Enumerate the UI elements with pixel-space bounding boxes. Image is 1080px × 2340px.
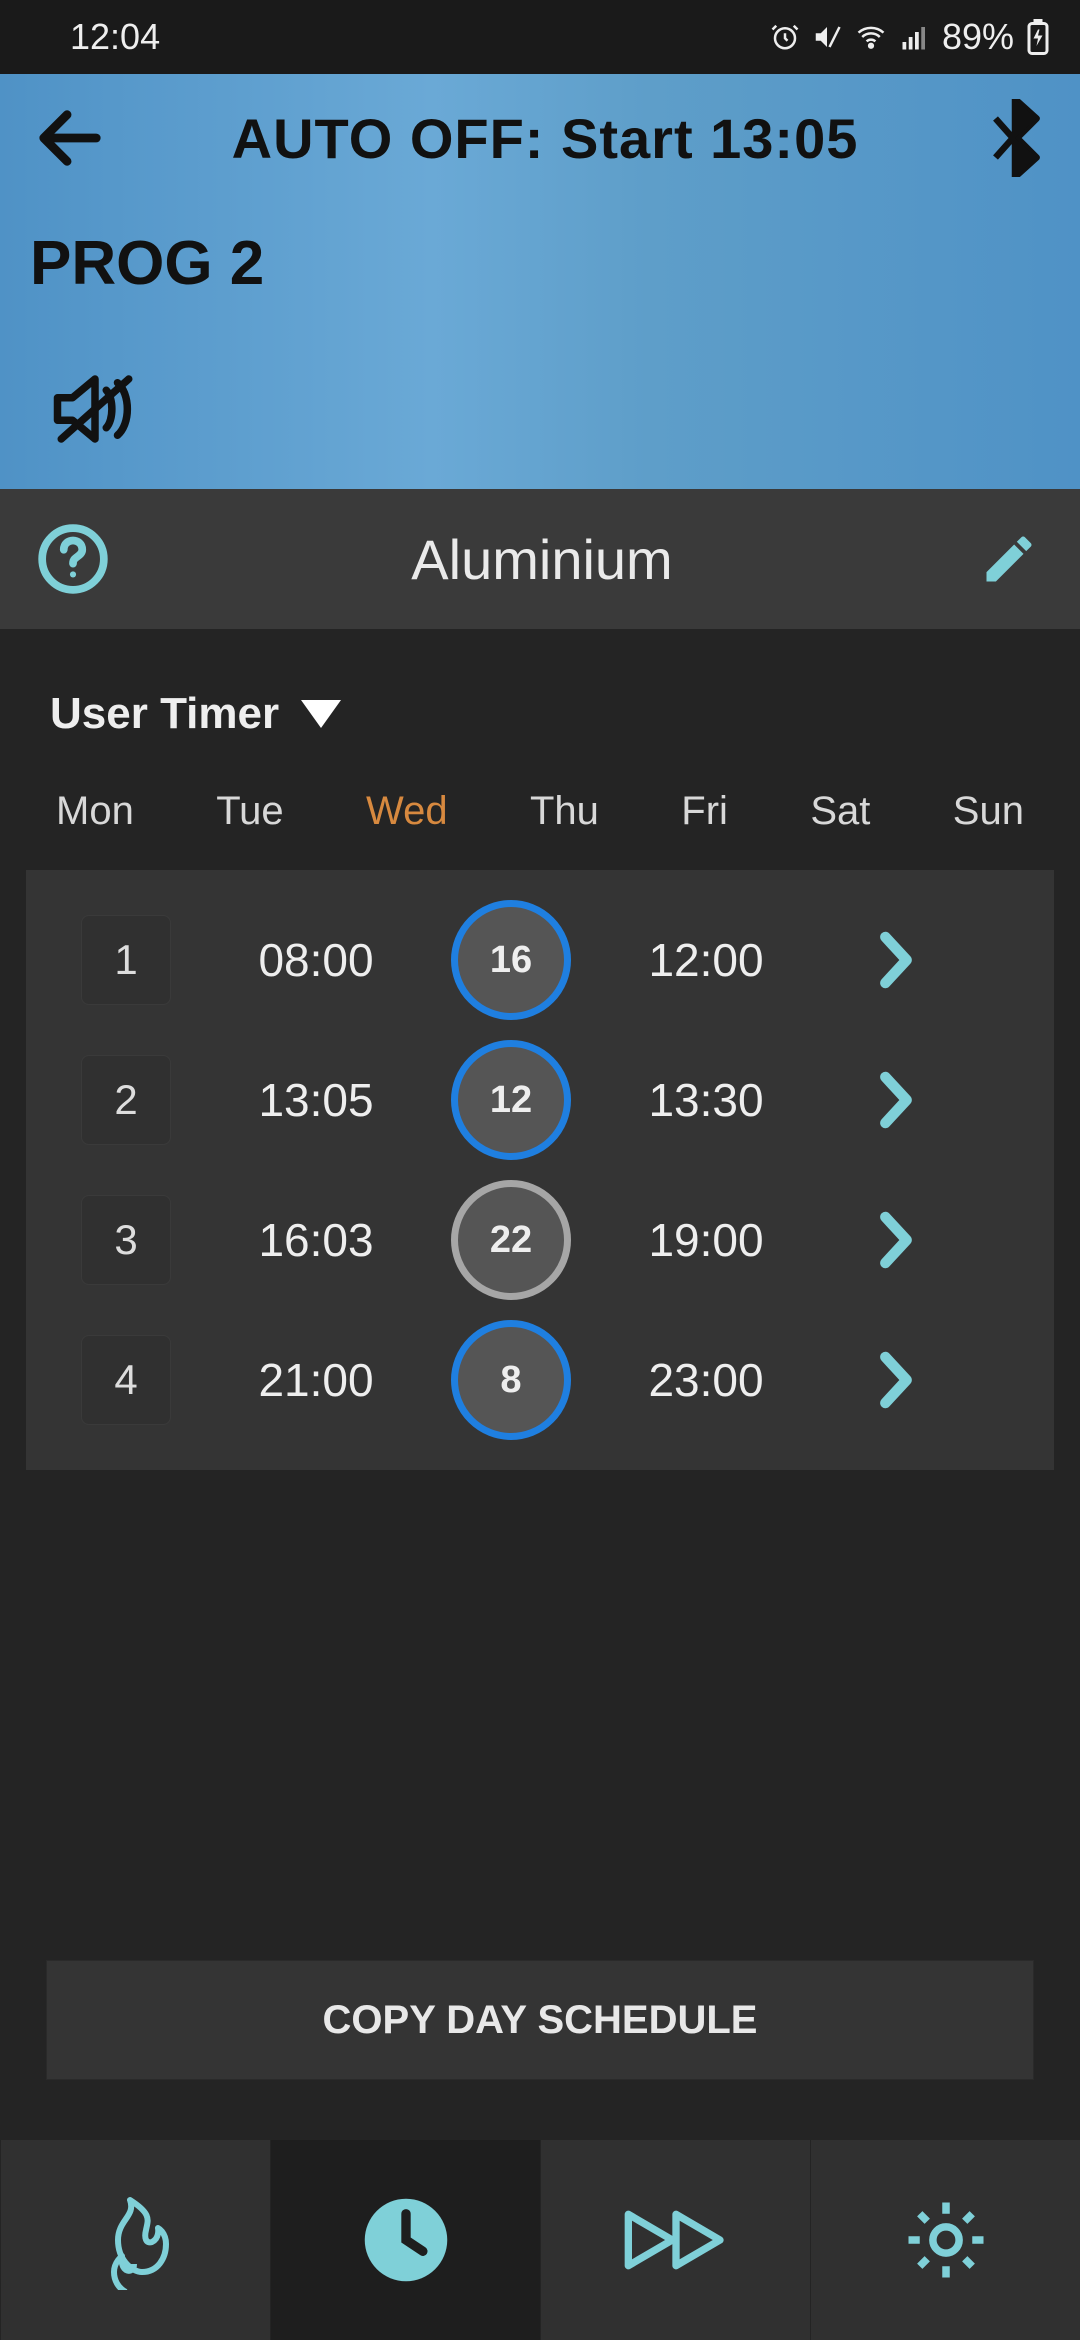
chevron-right-icon[interactable] — [878, 930, 914, 990]
day-tab-sat[interactable]: Sat — [810, 789, 870, 834]
slot-index[interactable]: 1 — [81, 915, 171, 1005]
schedule-row: 2 13:05 12 13:30 — [26, 1030, 1054, 1170]
day-tab-fri[interactable]: Fri — [681, 789, 728, 834]
battery-icon — [1026, 19, 1050, 55]
help-button[interactable] — [36, 522, 110, 596]
end-time[interactable]: 23:00 — [648, 1353, 763, 1407]
section-header: Aluminium — [0, 489, 1080, 629]
chevron-right-icon[interactable] — [878, 1070, 914, 1130]
back-button[interactable] — [30, 98, 110, 178]
copy-day-button[interactable]: COPY DAY SCHEDULE — [46, 1960, 1034, 2080]
mute-icon — [812, 22, 842, 52]
status-bar: 12:04 89% — [0, 0, 1080, 74]
status-time: 12:04 — [70, 16, 160, 58]
day-tab-mon[interactable]: Mon — [56, 789, 134, 834]
section-title: Aluminium — [110, 527, 974, 592]
nav-settings[interactable] — [810, 2140, 1080, 2340]
chevron-right-icon[interactable] — [878, 1350, 914, 1410]
end-time[interactable]: 13:30 — [648, 1073, 763, 1127]
schedule-row: 1 08:00 16 12:00 — [26, 890, 1054, 1030]
nav-clock[interactable] — [270, 2140, 540, 2340]
bottom-nav — [0, 2140, 1080, 2340]
wifi-icon — [854, 22, 888, 52]
end-time[interactable]: 19:00 — [648, 1213, 763, 1267]
status-icons: 89% — [770, 16, 1050, 58]
speaker-mute-icon[interactable] — [50, 369, 140, 459]
chevron-right-icon[interactable] — [878, 1210, 914, 1270]
content-area: User Timer MonTueWedThuFriSatSun 108:001… — [0, 629, 1080, 2140]
battery-percent: 89% — [942, 16, 1014, 58]
temperature-value[interactable]: 8 — [451, 1320, 571, 1440]
start-time[interactable]: 13:05 — [258, 1073, 373, 1127]
slot-index[interactable]: 2 — [81, 1055, 171, 1145]
header-title: AUTO OFF: Start 13:05 — [110, 106, 980, 171]
end-time[interactable]: 12:00 — [648, 933, 763, 987]
temperature-value[interactable]: 12 — [451, 1040, 571, 1160]
alarm-icon — [770, 22, 800, 52]
mode-dropdown[interactable]: User Timer — [0, 629, 1080, 779]
signal-icon — [900, 22, 930, 52]
chevron-down-icon — [301, 700, 341, 728]
dropdown-label: User Timer — [50, 689, 279, 739]
slot-index[interactable]: 3 — [81, 1195, 171, 1285]
bluetooth-icon[interactable] — [980, 103, 1050, 173]
edit-button[interactable] — [974, 524, 1044, 594]
day-tabs: Mon Tue Wed Thu Fri Sat Sun — [0, 779, 1080, 870]
app-header: AUTO OFF: Start 13:05 PROG 2 — [0, 74, 1080, 489]
nav-fast-forward[interactable] — [540, 2140, 810, 2340]
day-tab-thu[interactable]: Thu — [530, 789, 599, 834]
start-time[interactable]: 08:00 — [258, 933, 373, 987]
schedule-row: 3 16:03 22 19:00 — [26, 1170, 1054, 1310]
day-tab-sun[interactable]: Sun — [953, 789, 1024, 834]
slot-index[interactable]: 4 — [81, 1335, 171, 1425]
temperature-value[interactable]: 22 — [451, 1180, 571, 1300]
program-label: PROG 2 — [0, 178, 1080, 299]
nav-flame[interactable] — [0, 2140, 270, 2340]
schedule-row: 4 21:00 8 23:00 — [26, 1310, 1054, 1450]
day-tab-wed[interactable]: Wed — [366, 789, 448, 834]
schedule-list: 1 08:00 16 12:00 2 13:05 12 13:30 3 16:03 22 19:00 4… — [26, 870, 1054, 1470]
start-time[interactable]: 16:03 — [258, 1213, 373, 1267]
temperature-value[interactable]: 16 — [451, 900, 571, 1020]
start-time[interactable]: 21:00 — [258, 1353, 373, 1407]
day-tab-tue[interactable]: Tue — [216, 789, 283, 834]
